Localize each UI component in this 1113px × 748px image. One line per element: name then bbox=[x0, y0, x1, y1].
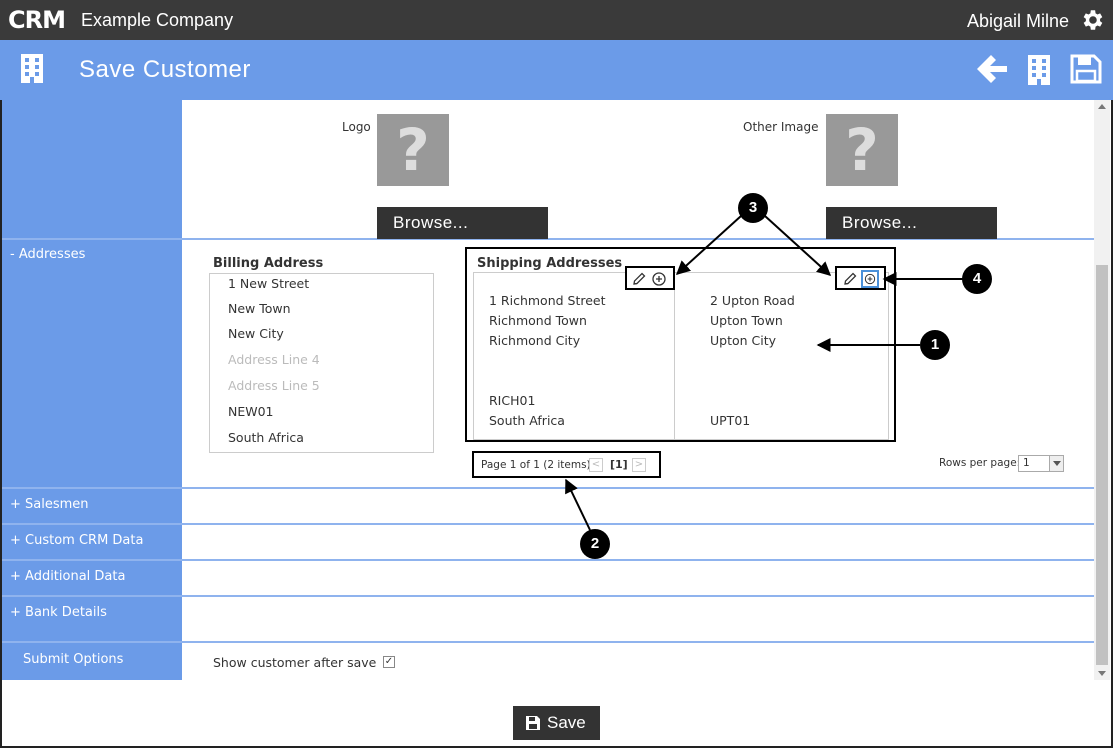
row-divider bbox=[2, 559, 1094, 561]
pager-current-page[interactable]: [1] bbox=[610, 458, 628, 471]
pencil-icon[interactable] bbox=[631, 271, 647, 287]
scroll-down-arrow-icon[interactable] bbox=[1098, 671, 1106, 676]
rows-per-page-value: 1 bbox=[1023, 457, 1030, 469]
billing-line-3[interactable]: New City bbox=[228, 326, 284, 341]
billing-postal-code[interactable]: NEW01 bbox=[228, 404, 274, 419]
page-title: Save Customer bbox=[79, 56, 251, 83]
logo-placeholder-image: ? bbox=[377, 114, 449, 186]
row-divider bbox=[2, 641, 1094, 643]
crm-logo[interactable]: CRM bbox=[8, 7, 66, 33]
callout-1: 1 bbox=[920, 330, 950, 360]
shipping-2-line-1: 2 Upton Road bbox=[710, 293, 795, 308]
pager-next-button[interactable]: > bbox=[632, 458, 646, 472]
shipping-2-line-3: Upton City bbox=[710, 333, 777, 348]
pager-prev-button[interactable]: < bbox=[589, 458, 603, 472]
shipping-1-code: RICH01 bbox=[489, 393, 536, 408]
shipping-address-grid: 1 Richmond Street Richmond Town Richmond… bbox=[473, 272, 889, 440]
row-divider bbox=[2, 595, 1094, 597]
pager-summary: Page 1 of 1 (2 items) bbox=[481, 459, 591, 471]
save-button-label: Save bbox=[547, 713, 586, 732]
shipping-2-code: UPT01 bbox=[710, 413, 751, 428]
shipping-1-line-2: Richmond Town bbox=[489, 313, 587, 328]
callout-3: 3 bbox=[738, 193, 768, 223]
section-custom-crm-toggle[interactable]: + Custom CRM Data bbox=[10, 533, 143, 548]
row-divider bbox=[2, 487, 1094, 489]
logo-browse-button[interactable]: Browse... bbox=[377, 207, 548, 239]
save-icon[interactable] bbox=[1069, 53, 1103, 85]
row-divider bbox=[2, 523, 1094, 525]
callout-2: 2 bbox=[580, 529, 610, 559]
section-bank-details-toggle[interactable]: + Bank Details bbox=[10, 605, 107, 620]
scrollbar-thumb[interactable] bbox=[1096, 265, 1108, 665]
billing-line-5[interactable]: Address Line 5 bbox=[228, 378, 320, 393]
shipping-2-actions bbox=[835, 266, 886, 290]
shipping-2-line-2: Upton Town bbox=[710, 313, 783, 328]
shipping-1-actions bbox=[625, 266, 675, 290]
user-name[interactable]: Abigail Milne bbox=[967, 10, 1069, 32]
logo-label: Logo bbox=[342, 120, 371, 134]
add-circle-icon[interactable] bbox=[861, 270, 879, 288]
building-icon[interactable] bbox=[1026, 53, 1052, 85]
billing-address-title: Billing Address bbox=[213, 256, 324, 271]
shipping-addresses-title: Shipping Addresses bbox=[477, 256, 623, 271]
back-arrow-icon[interactable] bbox=[975, 53, 1009, 85]
company-name: Example Company bbox=[81, 10, 234, 30]
section-submit-options: Submit Options bbox=[23, 652, 124, 667]
billing-country[interactable]: South Africa bbox=[228, 430, 304, 445]
grid-divider bbox=[888, 273, 889, 439]
section-additional-data-toggle[interactable]: + Additional Data bbox=[10, 569, 125, 584]
shipping-pager: Page 1 of 1 (2 items) < [1] > bbox=[472, 451, 661, 478]
billing-line-1[interactable]: 1 New Street bbox=[228, 276, 309, 291]
billing-line-2[interactable]: New Town bbox=[228, 301, 291, 316]
grid-divider bbox=[674, 273, 675, 439]
section-labels-column bbox=[2, 100, 182, 680]
save-icon bbox=[526, 716, 540, 730]
other-image-browse-button[interactable]: Browse... bbox=[826, 207, 997, 239]
section-salesmen-toggle[interactable]: + Salesmen bbox=[10, 497, 89, 512]
form-content[interactable]: - Addresses + Salesmen + Custom CRM Data… bbox=[2, 100, 1094, 680]
top-bar: CRM Example Company Abigail Milne bbox=[0, 0, 1113, 40]
page-header: Save Customer bbox=[0, 40, 1113, 100]
save-button[interactable]: Save bbox=[513, 706, 600, 740]
billing-address-box[interactable]: 1 New Street New Town New City Address L… bbox=[209, 273, 434, 453]
section-addresses-toggle[interactable]: - Addresses bbox=[10, 247, 85, 262]
scroll-up-arrow-icon[interactable] bbox=[1098, 104, 1106, 109]
rows-per-page-label: Rows per page: bbox=[939, 457, 1021, 469]
add-circle-icon[interactable] bbox=[651, 271, 667, 287]
pencil-icon[interactable] bbox=[842, 271, 858, 287]
gear-icon[interactable] bbox=[1079, 7, 1105, 33]
shipping-1-country: South Africa bbox=[489, 413, 565, 428]
show-customer-after-save-checkbox[interactable]: ✓ bbox=[383, 656, 395, 668]
building-icon bbox=[21, 54, 43, 83]
shipping-1-line-3: Richmond City bbox=[489, 333, 581, 348]
shipping-1-line-1: 1 Richmond Street bbox=[489, 293, 606, 308]
chevron-down-icon[interactable] bbox=[1049, 456, 1063, 471]
callout-4: 4 bbox=[962, 264, 992, 294]
show-customer-after-save-label: Show customer after save bbox=[213, 655, 377, 670]
rows-per-page-select[interactable]: 1 bbox=[1018, 455, 1064, 472]
billing-line-4[interactable]: Address Line 4 bbox=[228, 352, 320, 367]
other-image-label: Other Image bbox=[743, 120, 819, 134]
vertical-scrollbar[interactable] bbox=[1094, 100, 1110, 680]
other-image-placeholder: ? bbox=[826, 114, 898, 186]
